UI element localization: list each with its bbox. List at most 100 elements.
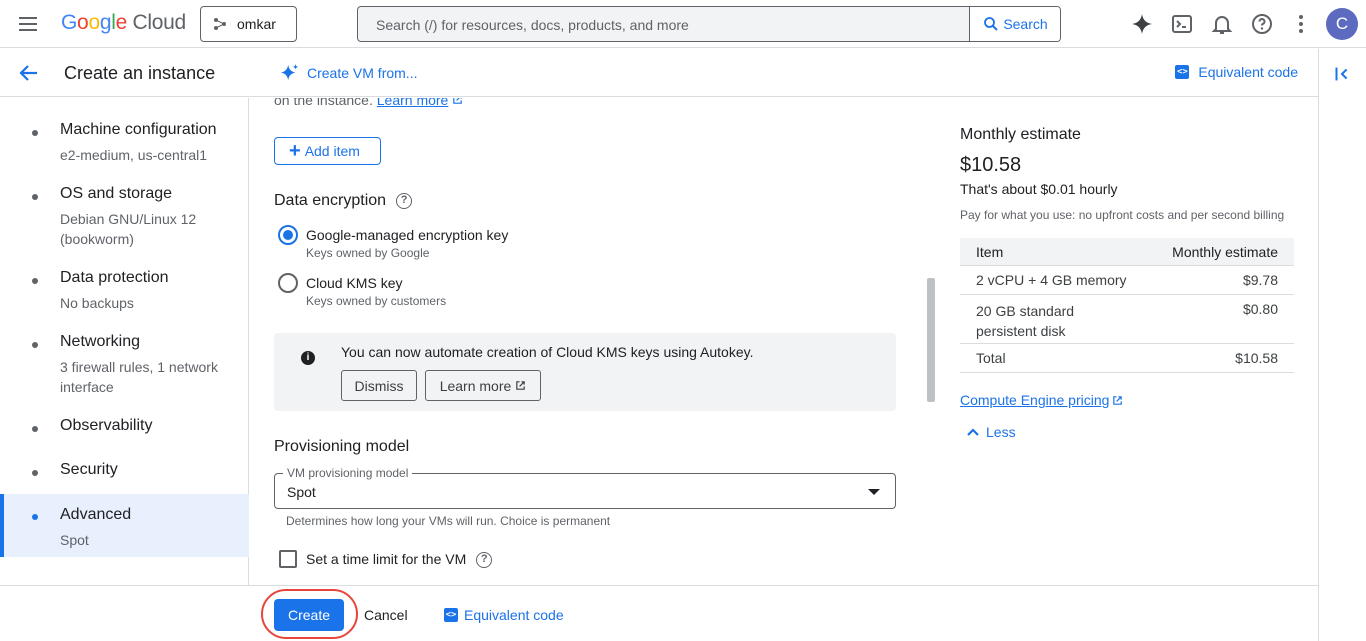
logo-cloud-text: Cloud	[132, 11, 187, 34]
time-limit-checkbox[interactable]	[279, 550, 297, 568]
more-vert-icon[interactable]	[1289, 12, 1313, 36]
data-encryption-title: Data encryption?	[274, 192, 413, 210]
nav-item-os-and-storage[interactable]: OS and storage Debian GNU/Linux 12 (book…	[0, 180, 249, 252]
add-item-button[interactable]: + Add item	[274, 137, 381, 165]
nav-item-networking[interactable]: Networking 3 firewall rules, 1 network i…	[0, 328, 249, 400]
nav-bullet	[32, 130, 38, 136]
radio-sub: Keys owned by customers	[306, 294, 447, 308]
help-circle-icon[interactable]: ?	[476, 552, 493, 569]
estimate-total-row: Total $10.58	[960, 344, 1294, 373]
create-button[interactable]: Create	[274, 599, 344, 631]
select-value: Spot	[287, 484, 316, 500]
nav-bullet	[32, 470, 38, 476]
estimate-row-item: Total	[976, 350, 1006, 366]
equivalent-code-bottom-button[interactable]: <> Equivalent code	[444, 607, 564, 623]
collapse-panel-icon[interactable]	[1331, 63, 1353, 85]
estimate-row-value: $9.78	[1242, 272, 1278, 288]
cloud-shell-icon[interactable]	[1170, 12, 1194, 36]
estimate-hourly: That's about $0.01 hourly	[960, 181, 1118, 197]
header-item: Item	[976, 244, 1004, 260]
nav-item-label: Machine configuration	[60, 121, 217, 138]
top-bar: Google Cloud omkar Search (/) for resour…	[0, 0, 1366, 48]
avatar[interactable]: C	[1326, 8, 1358, 40]
radio-label: Google-managed encryption key	[306, 227, 509, 243]
open-external-icon	[453, 98, 462, 104]
code-icon: <>	[1175, 65, 1190, 79]
nav-item-observability[interactable]: Observability	[0, 412, 249, 444]
radio-label: Cloud KMS key	[306, 275, 403, 291]
nav-item-sub: Spot	[60, 532, 89, 548]
learn-more-label: Learn more	[439, 377, 512, 394]
page-title: Create an instance	[64, 63, 216, 83]
radio-google-managed-key[interactable]	[278, 225, 298, 245]
nav-item-sub: 3 firewall rules, 1 network interface	[60, 359, 218, 395]
info-icon: i	[301, 351, 315, 365]
gemini-sparkle-icon[interactable]	[1130, 12, 1154, 36]
right-rail	[1318, 49, 1366, 641]
provisioning-model-title: Provisioning model	[274, 438, 410, 455]
data-encryption-title-text: Data encryption	[274, 192, 387, 209]
header-estimate: Monthly estimate	[1172, 244, 1278, 260]
learn-more-button[interactable]: Learn more	[425, 370, 541, 401]
dismiss-button[interactable]: Dismiss	[341, 370, 417, 401]
estimate-table: Item Monthly estimate 2 vCPU + 4 GB memo…	[960, 238, 1294, 373]
nav-item-label: Data protection	[60, 269, 169, 286]
menu-icon[interactable]	[16, 12, 40, 36]
estimate-row: 2 vCPU + 4 GB memory $9.78	[960, 266, 1294, 295]
scrollbar-thumb[interactable]	[927, 278, 935, 402]
equivalent-code-top-label: Equivalent code	[1198, 64, 1298, 80]
project-name: omkar	[237, 16, 276, 32]
nav-bullet	[32, 278, 38, 284]
equivalent-code-top-button[interactable]: <> Equivalent code	[1175, 64, 1298, 80]
select-floating-label: VM provisioning model	[283, 466, 413, 480]
info-message: You can now automate creation of Cloud K…	[341, 344, 754, 360]
nav-item-sub: e2-medium, us-central1	[60, 147, 208, 163]
help-icon[interactable]	[1250, 12, 1274, 36]
provisioning-model-select[interactable]: VM provisioning model Spot	[274, 466, 896, 509]
nav-item-label: OS and storage	[60, 185, 173, 202]
project-picker[interactable]: omkar	[200, 6, 297, 42]
time-limit-label: Set a time limit for the VM?	[306, 551, 493, 569]
nav-item-data-protection[interactable]: Data protection No backups	[0, 264, 249, 318]
google-cloud-logo[interactable]: Google Cloud	[61, 11, 186, 35]
estimate-row-item: 2 vCPU + 4 GB memory	[976, 272, 1127, 288]
main-content: on the instance. Learn more + Add item D…	[250, 98, 1318, 585]
action-footer: Create Cancel <> Equivalent code	[0, 585, 1318, 641]
radio-cloud-kms-key[interactable]	[278, 273, 298, 293]
plus-icon: +	[289, 140, 301, 162]
create-vm-from-label: Create VM from...	[307, 65, 418, 81]
equivalent-code-bottom-label: Equivalent code	[464, 607, 564, 623]
less-toggle[interactable]: Less	[966, 424, 1016, 440]
learn-more-link[interactable]: Learn more	[377, 98, 449, 108]
estimate-amount: $10.58	[960, 154, 1022, 176]
radio-sub: Keys owned by Google	[306, 246, 430, 260]
project-icon	[214, 18, 226, 30]
nav-item-security[interactable]: Security	[0, 456, 249, 488]
chevron-up-icon	[967, 428, 979, 436]
notifications-bell-icon[interactable]	[1210, 12, 1234, 36]
back-arrow-icon[interactable]	[17, 61, 41, 85]
cut-off-text: on the instance. Learn more	[274, 98, 463, 108]
nav-item-sub: No backups	[60, 295, 134, 311]
search-bar[interactable]: Search (/) for resources, docs, products…	[357, 6, 1061, 42]
compute-engine-pricing-link[interactable]: Compute Engine pricing	[960, 392, 1123, 408]
nav-bullet	[32, 194, 38, 200]
nav-item-label: Networking	[60, 333, 141, 350]
pricing-link-label: Compute Engine pricing	[960, 392, 1110, 408]
search-input[interactable]: Search (/) for resources, docs, products…	[376, 17, 689, 33]
dropdown-arrow-icon	[868, 489, 880, 495]
nav-item-advanced[interactable]: Advanced Spot	[0, 494, 249, 557]
provisioning-hint: Determines how long your VMs will run. C…	[286, 514, 611, 528]
create-vm-from-button[interactable]: Create VM from...	[279, 62, 417, 84]
open-external-icon	[516, 381, 526, 390]
cancel-button[interactable]: Cancel	[364, 607, 408, 623]
cut-off-text-label: on the instance.	[274, 98, 373, 108]
estimate-row: 20 GB standard persistent disk $0.80	[960, 295, 1294, 344]
page-header: Create an instance Create VM from... <> …	[0, 49, 1318, 97]
nav-item-label: Security	[60, 461, 118, 478]
nav-item-machine-configuration[interactable]: Machine configuration e2-medium, us-cent…	[0, 116, 249, 170]
nav-bullet	[32, 426, 38, 432]
search-button[interactable]: Search	[969, 7, 1060, 41]
estimate-note: Pay for what you use: no upfront costs a…	[960, 208, 1285, 222]
help-circle-icon[interactable]: ?	[396, 192, 413, 209]
